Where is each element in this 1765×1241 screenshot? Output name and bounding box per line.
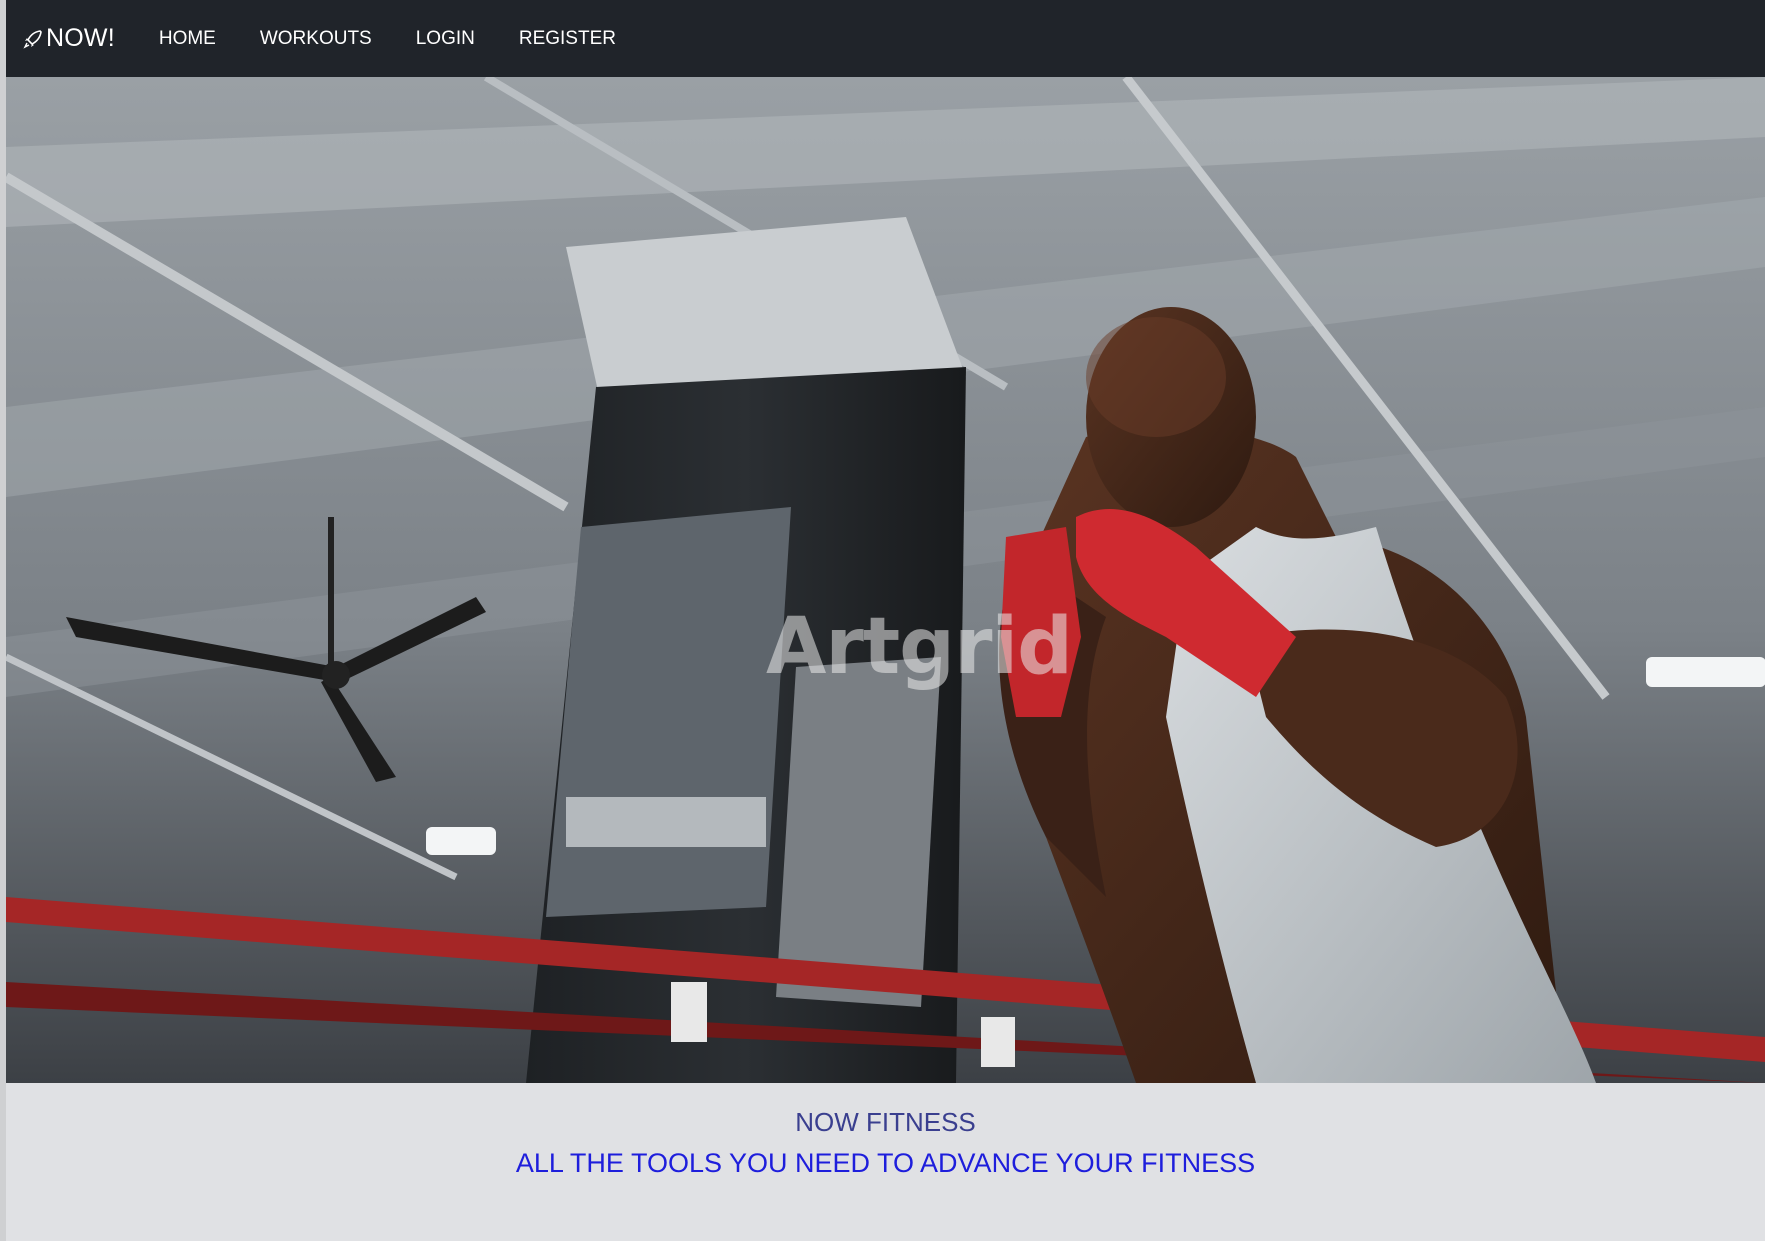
tagline-section: NOW FITNESS ALL THE TOOLS YOU NEED TO AD… [6, 1083, 1765, 1241]
tagline-title: NOW FITNESS [795, 1107, 976, 1137]
hero-boxer-image [6, 77, 1765, 1083]
page: NOW! HOME WORKOUTS LOGIN REGISTER Artgri… [0, 0, 1765, 1241]
brand-label: NOW! [46, 24, 115, 52]
hero-video: Artgrid [6, 77, 1765, 1083]
rocket-icon [22, 28, 44, 50]
tagline-subtitle: ALL THE TOOLS YOU NEED TO ADVANCE YOUR F… [515, 1148, 1256, 1178]
nav-home[interactable]: HOME [137, 0, 238, 77]
nav-login[interactable]: LOGIN [394, 0, 497, 77]
brand-link[interactable]: NOW! [22, 24, 115, 53]
artgrid-watermark: Artgrid [766, 602, 1073, 692]
top-navbar: NOW! HOME WORKOUTS LOGIN REGISTER [6, 0, 1765, 77]
nav-register[interactable]: REGISTER [497, 0, 638, 77]
nav-workouts[interactable]: WORKOUTS [238, 0, 394, 77]
